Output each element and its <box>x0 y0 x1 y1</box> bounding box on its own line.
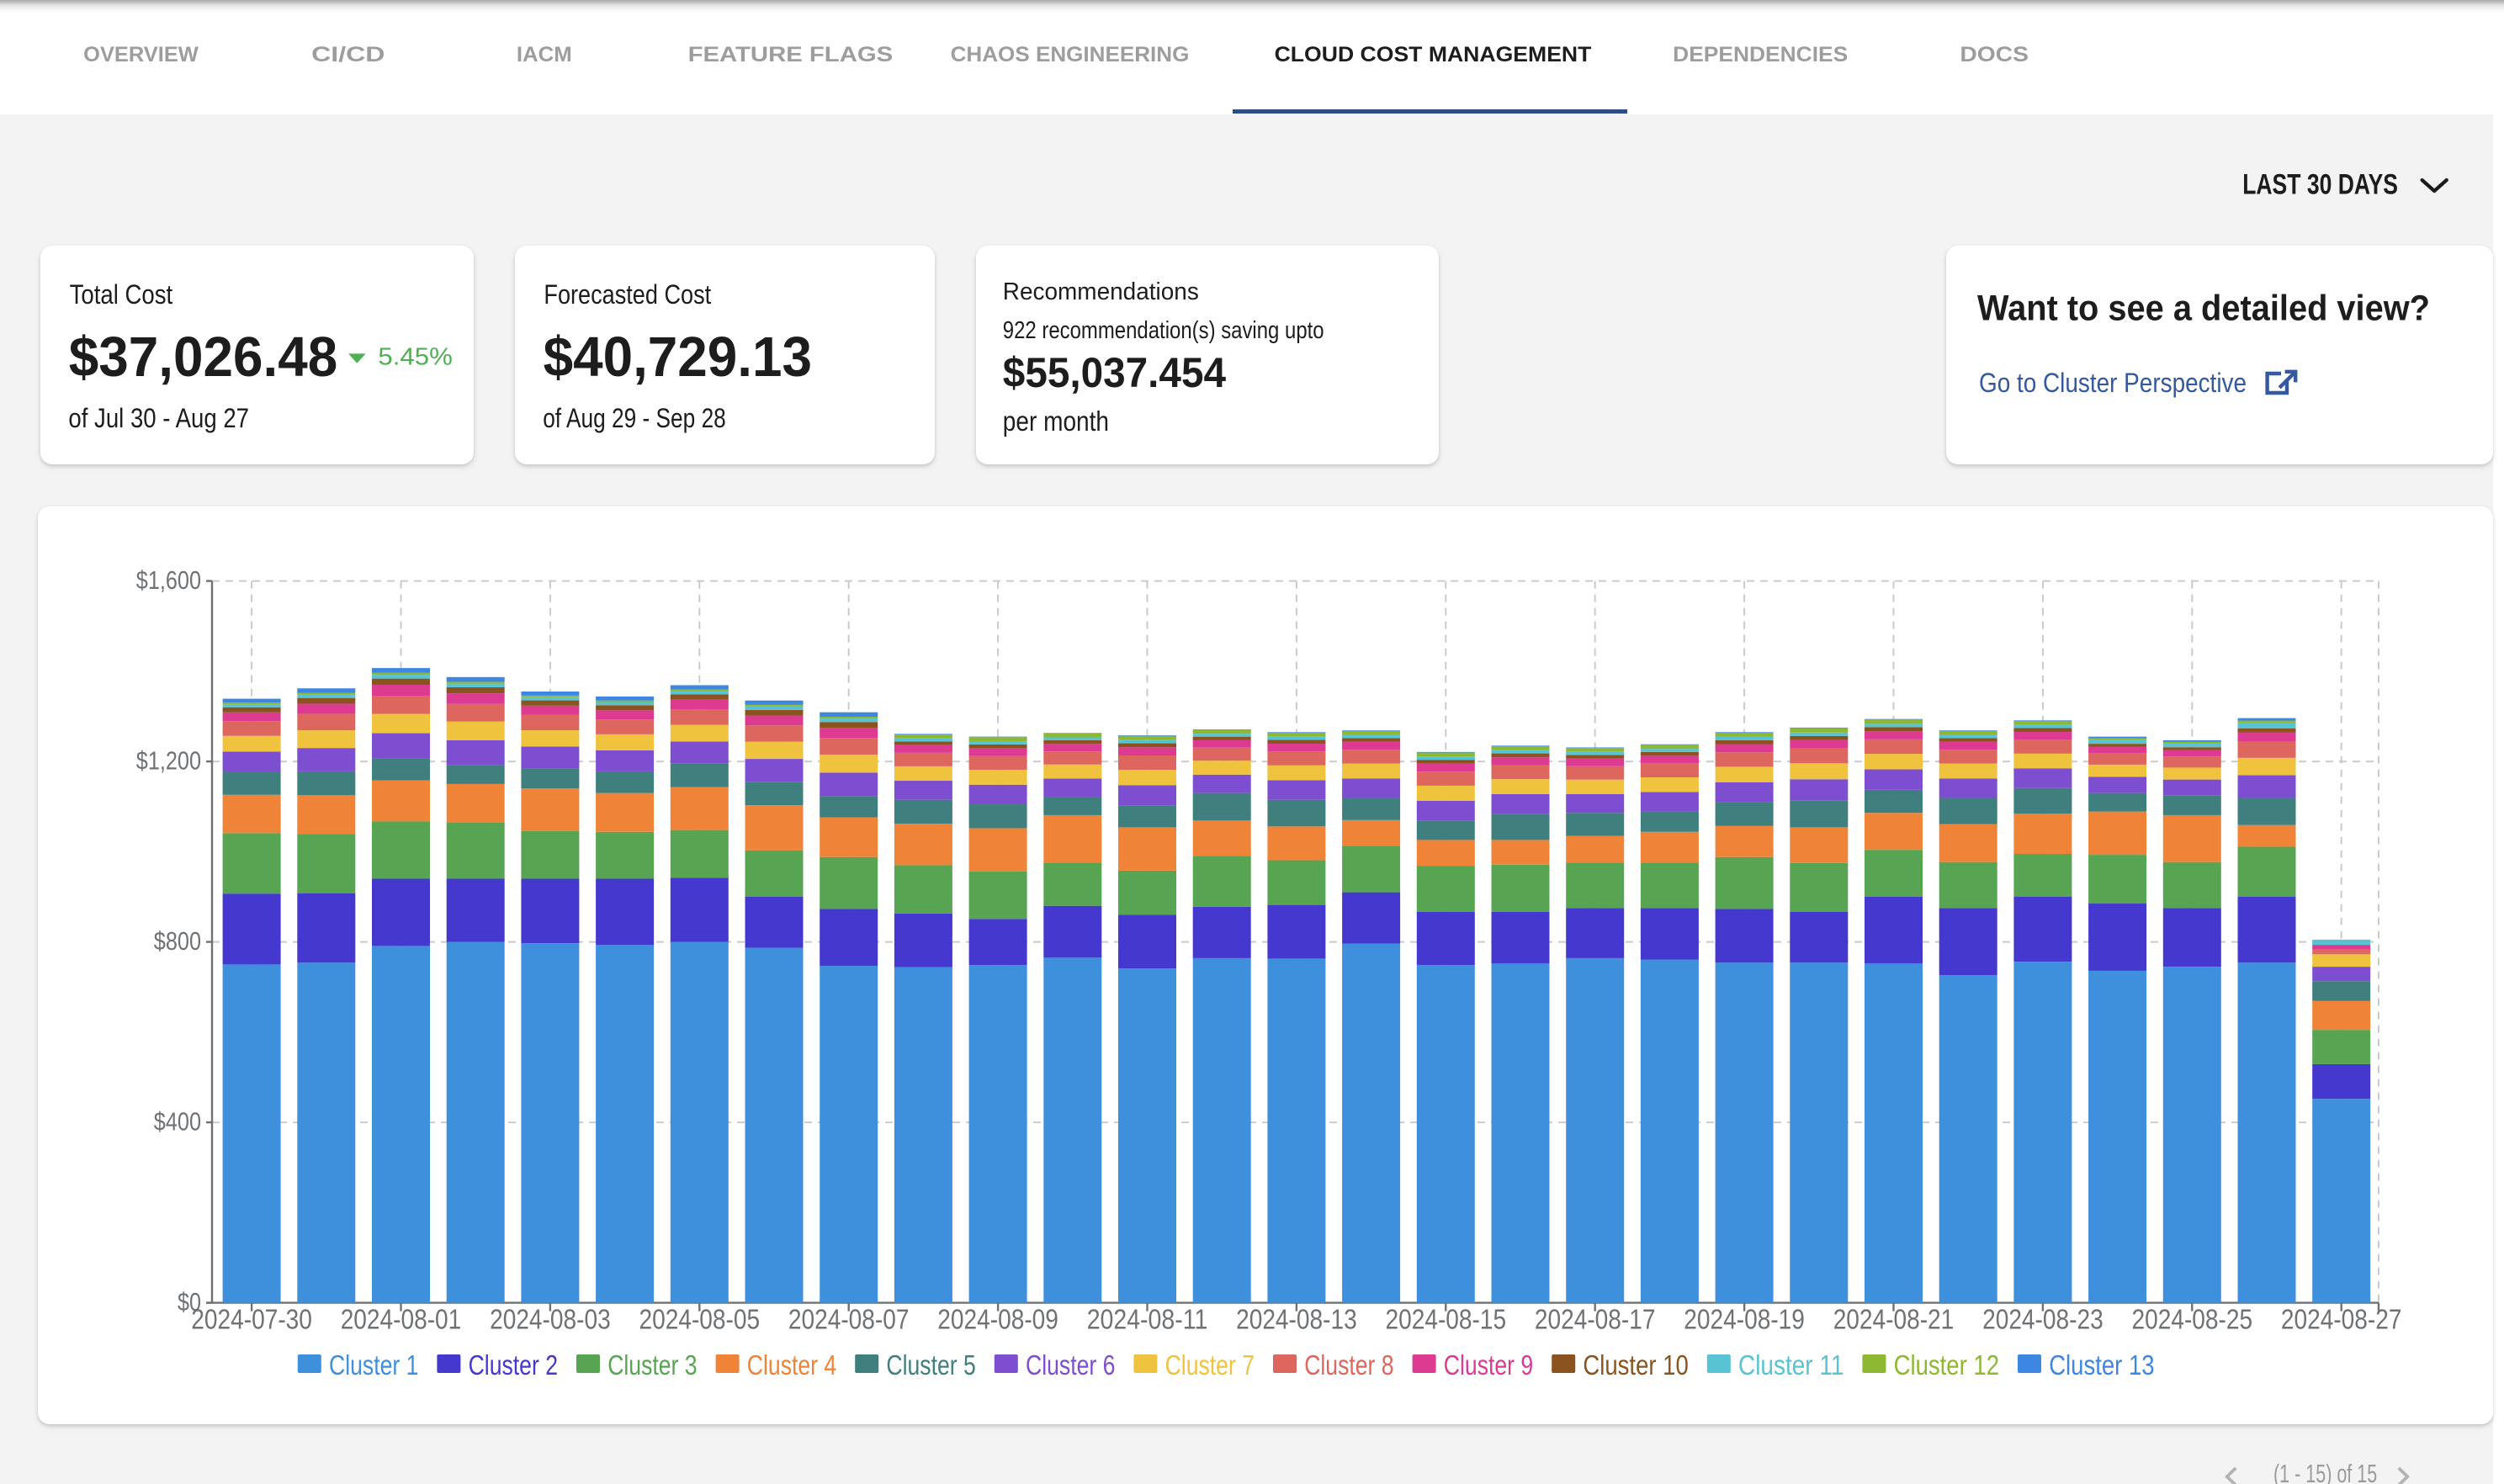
svg-text:LAST 30 DAYS: LAST 30 DAYS <box>2242 169 2398 201</box>
svg-text:Cluster 3: Cluster 3 <box>607 1349 697 1381</box>
svg-text:IACM: IACM <box>517 43 572 66</box>
svg-text:922 recommendation(s) saving u: 922 recommendation(s) saving upto <box>1003 317 1324 344</box>
svg-text:Cluster 4: Cluster 4 <box>747 1349 836 1381</box>
svg-text:of Jul 30 - Aug 27: of Jul 30 - Aug 27 <box>68 403 249 433</box>
svg-text:2024-07-30: 2024-07-30 <box>191 1305 312 1336</box>
svg-text:CI/CD: CI/CD <box>311 43 385 66</box>
svg-text:2024-08-15: 2024-08-15 <box>1386 1305 1507 1336</box>
svg-text:$800: $800 <box>154 927 201 956</box>
svg-text:Cluster 5: Cluster 5 <box>886 1349 975 1381</box>
svg-text:Recommendations: Recommendations <box>1003 278 1199 305</box>
svg-text:2024-08-01: 2024-08-01 <box>341 1305 462 1336</box>
svg-text:5.45%: 5.45% <box>378 343 452 370</box>
svg-text:Forecasted Cost: Forecasted Cost <box>544 278 711 310</box>
svg-text:2024-08-05: 2024-08-05 <box>639 1305 761 1336</box>
svg-text:DEPENDENCIES: DEPENDENCIES <box>1673 43 1848 66</box>
svg-text:Cluster 2: Cluster 2 <box>469 1349 558 1381</box>
svg-text:2024-08-23: 2024-08-23 <box>1982 1305 2103 1336</box>
svg-text:2024-08-27: 2024-08-27 <box>2281 1305 2402 1336</box>
svg-text:Cluster 8: Cluster 8 <box>1304 1349 1393 1381</box>
svg-text:2024-08-21: 2024-08-21 <box>1833 1305 1955 1336</box>
svg-text:$400: $400 <box>154 1107 201 1136</box>
svg-text:2024-08-25: 2024-08-25 <box>2132 1305 2253 1336</box>
svg-text:FEATURE FLAGS: FEATURE FLAGS <box>688 43 894 66</box>
svg-text:DOCS: DOCS <box>1960 43 2029 66</box>
svg-text:2024-08-09: 2024-08-09 <box>937 1305 1058 1336</box>
svg-text:$55,037.454: $55,037.454 <box>1003 349 1226 396</box>
svg-text:2024-08-19: 2024-08-19 <box>1684 1305 1805 1336</box>
svg-text:(1 - 15) of 15: (1 - 15) of 15 <box>2273 1460 2377 1484</box>
svg-text:OVERVIEW: OVERVIEW <box>83 43 199 66</box>
svg-text:2024-08-11: 2024-08-11 <box>1087 1305 1208 1336</box>
svg-text:Want to see a detailed view?: Want to see a detailed view? <box>1977 289 2430 328</box>
svg-text:Cluster 1: Cluster 1 <box>329 1349 418 1381</box>
svg-text:Cluster 10: Cluster 10 <box>1583 1349 1688 1381</box>
svg-text:Go to Cluster Perspective: Go to Cluster Perspective <box>1979 367 2247 398</box>
svg-text:CHAOS ENGINEERING: CHAOS ENGINEERING <box>951 43 1190 66</box>
svg-text:Cluster 11: Cluster 11 <box>1738 1349 1844 1381</box>
svg-text:2024-08-13: 2024-08-13 <box>1236 1305 1357 1336</box>
svg-text:Cluster 13: Cluster 13 <box>2049 1349 2154 1381</box>
svg-text:$1,200: $1,200 <box>136 746 201 775</box>
svg-text:2024-08-07: 2024-08-07 <box>788 1305 910 1336</box>
svg-text:Cluster 9: Cluster 9 <box>1444 1349 1533 1381</box>
svg-text:CLOUD COST MANAGEMENT: CLOUD COST MANAGEMENT <box>1275 43 1592 66</box>
svg-text:Cluster 7: Cluster 7 <box>1165 1349 1255 1381</box>
svg-text:$1,600: $1,600 <box>136 566 201 595</box>
svg-text:2024-08-03: 2024-08-03 <box>490 1305 611 1336</box>
svg-text:per month: per month <box>1003 405 1109 437</box>
svg-text:Cluster 6: Cluster 6 <box>1026 1349 1115 1381</box>
svg-text:2024-08-17: 2024-08-17 <box>1535 1305 1656 1336</box>
svg-text:$40,729.13: $40,729.13 <box>544 326 812 389</box>
svg-text:of Aug 29 - Sep 28: of Aug 29 - Sep 28 <box>543 403 726 433</box>
svg-text:$37,026.48: $37,026.48 <box>69 326 337 389</box>
svg-text:Total Cost: Total Cost <box>70 278 173 310</box>
svg-text:Cluster 12: Cluster 12 <box>1894 1349 1999 1381</box>
